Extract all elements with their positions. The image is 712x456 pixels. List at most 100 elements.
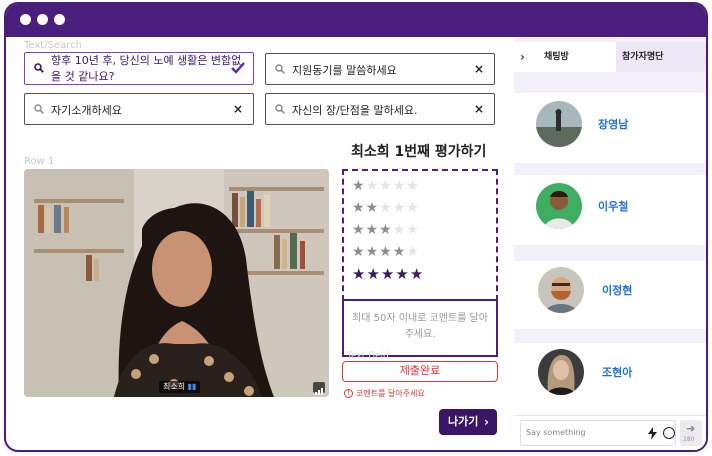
chevron-right-icon[interactable]: ›	[520, 50, 525, 64]
chat-input[interactable]: Say something	[520, 420, 676, 446]
audio-level-icon: ▮▮	[187, 382, 197, 391]
arrow-right-icon: ➜	[686, 422, 696, 435]
star-icon: ★	[380, 265, 395, 283]
panel-tabs: › 채팅방 참가자명단	[514, 42, 706, 72]
star-icon: ★	[352, 265, 366, 283]
chat-bar: Say something ➜ 280	[514, 415, 706, 450]
app-window: Text/Search 향후 10년 후, 당신의 노예 생활은 변함없을 것 …	[4, 2, 708, 452]
participant-name: 장영남	[598, 118, 629, 131]
video-feed[interactable]: 최소희 ▮▮	[24, 169, 329, 397]
chat-placeholder: Say something	[526, 428, 586, 437]
emoji-icon[interactable]	[663, 427, 675, 439]
clear-icon[interactable]: ×	[474, 102, 484, 116]
signal-icon	[313, 382, 325, 395]
window-dot-1[interactable]	[20, 14, 31, 25]
tab-chat-room[interactable]: 채팅방	[538, 42, 614, 72]
star-icon: ★	[365, 244, 379, 260]
participant-list: 장영남 이우철 이정현 조현아	[514, 81, 706, 423]
window-dot-2[interactable]	[37, 14, 48, 25]
list-stripe	[514, 245, 706, 261]
submit-button[interactable]: 제출완료	[342, 361, 498, 382]
search-field[interactable]: 지원동기를 말씀하세요 ×	[265, 53, 495, 85]
alert-icon: !	[344, 389, 353, 398]
clear-icon[interactable]: ×	[474, 62, 484, 76]
star-icon: ★	[406, 200, 419, 216]
text-search-caption: Text/Search	[24, 40, 82, 51]
exit-button-label: 나가기	[448, 415, 479, 428]
star-icon: ★	[352, 244, 365, 260]
evaluation-title: 최소희 1번째 평가하기	[351, 144, 487, 160]
search-field[interactable]: 자기소개하세요 ×	[24, 93, 254, 125]
avatar	[536, 183, 582, 229]
star-icon: ★	[392, 178, 406, 194]
list-item[interactable]: 이우철	[514, 183, 706, 245]
lightning-icon[interactable]	[648, 427, 657, 440]
participant-name: 이우철	[598, 200, 629, 213]
list-item[interactable]: 이정현	[514, 267, 706, 329]
participant-name-tag: 최소희 ▮▮	[159, 381, 201, 393]
star-icon: ★	[366, 265, 380, 283]
star-icon: ★	[379, 244, 392, 260]
star-icon: ★	[379, 178, 392, 194]
star-icon: ★	[352, 222, 365, 238]
star-icon: ★	[365, 178, 379, 194]
error-message: ! 코멘트를 달아주세요	[344, 388, 425, 399]
star-icon: ★	[406, 244, 419, 260]
avatar	[538, 349, 584, 395]
search-field[interactable]: 자신의 장/단점을 말하세요. ×	[265, 93, 495, 125]
comment-input[interactable]: 최대 50자 이내로 코멘트를 달아주세요.	[342, 299, 498, 357]
rating-option-2[interactable]: ★ ★ ★ ★ ★	[352, 201, 419, 215]
star-icon: ★	[352, 200, 365, 216]
search-icon	[275, 64, 285, 74]
list-stripe	[514, 81, 706, 93]
search-text: 자기소개하세요	[51, 104, 122, 117]
star-icon: ★	[379, 200, 392, 216]
search-icon	[34, 63, 44, 73]
star-icon: ★	[392, 222, 406, 238]
star-icon: ★	[392, 244, 406, 260]
check-icon	[231, 62, 245, 74]
send-button[interactable]: ➜ 280	[680, 420, 702, 446]
text-field-caption: Text Field	[347, 351, 389, 361]
star-icon: ★	[352, 178, 365, 194]
error-text: 코멘트를 달아주세요	[356, 389, 425, 398]
clear-icon[interactable]: ×	[233, 102, 243, 116]
rating-box: ★ ★ ★ ★ ★ ★ ★ ★ ★ ★ ★ ★ ★ ★ ★ ★ ★ ★ ★ ★ ★ ★ ★ ★ ★	[342, 169, 498, 301]
row-caption: Row 1	[24, 156, 55, 167]
star-icon: ★	[395, 265, 409, 283]
title-bar	[6, 4, 706, 37]
star-icon: ★	[406, 178, 419, 194]
rating-option-1[interactable]: ★ ★ ★ ★ ★	[352, 179, 419, 193]
list-stripe	[514, 329, 706, 343]
chevron-right-icon: ›	[484, 415, 489, 429]
comment-placeholder: 최대 50자 이내로 코멘트를 달아주세요.	[352, 313, 488, 340]
star-icon: ★	[365, 222, 379, 238]
star-icon: ★	[365, 200, 379, 216]
avatar	[536, 101, 582, 147]
tab-participants[interactable]: 참가자명단	[616, 42, 706, 72]
search-text: 지원동기를 말씀하세요	[292, 64, 397, 77]
list-item[interactable]: 조현아	[514, 349, 706, 411]
star-icon: ★	[406, 222, 419, 238]
star-icon: ★	[379, 222, 392, 238]
rating-option-5[interactable]: ★ ★ ★ ★ ★	[352, 265, 424, 283]
rating-option-4[interactable]: ★ ★ ★ ★ ★	[352, 245, 419, 259]
participant-name: 조현아	[602, 366, 633, 379]
search-text: 향후 10년 후, 당신의 노예 생활은 변함없을 것 같나요?	[51, 54, 242, 83]
avatar	[538, 267, 584, 313]
list-item[interactable]: 장영남	[514, 101, 706, 163]
search-text: 자신의 장/단점을 말하세요.	[292, 104, 418, 117]
star-icon: ★	[409, 265, 424, 283]
search-icon	[275, 104, 285, 114]
exit-button[interactable]: 나가기 ›	[439, 409, 497, 435]
character-counter: 280	[683, 436, 695, 443]
name-tag-text: 최소희	[163, 382, 186, 391]
participant-name: 이정현	[602, 284, 633, 297]
side-panel: › 채팅방 참가자명단 장영남 이우철 이정현 조현아 Say somethin…	[514, 37, 706, 450]
video-frame	[24, 169, 329, 397]
list-stripe	[514, 163, 706, 175]
window-dot-3[interactable]	[54, 14, 65, 25]
rating-option-3[interactable]: ★ ★ ★ ★ ★	[352, 223, 419, 237]
search-field-selected[interactable]: 향후 10년 후, 당신의 노예 생활은 변함없을 것 같나요?	[24, 52, 254, 85]
star-icon: ★	[392, 200, 406, 216]
